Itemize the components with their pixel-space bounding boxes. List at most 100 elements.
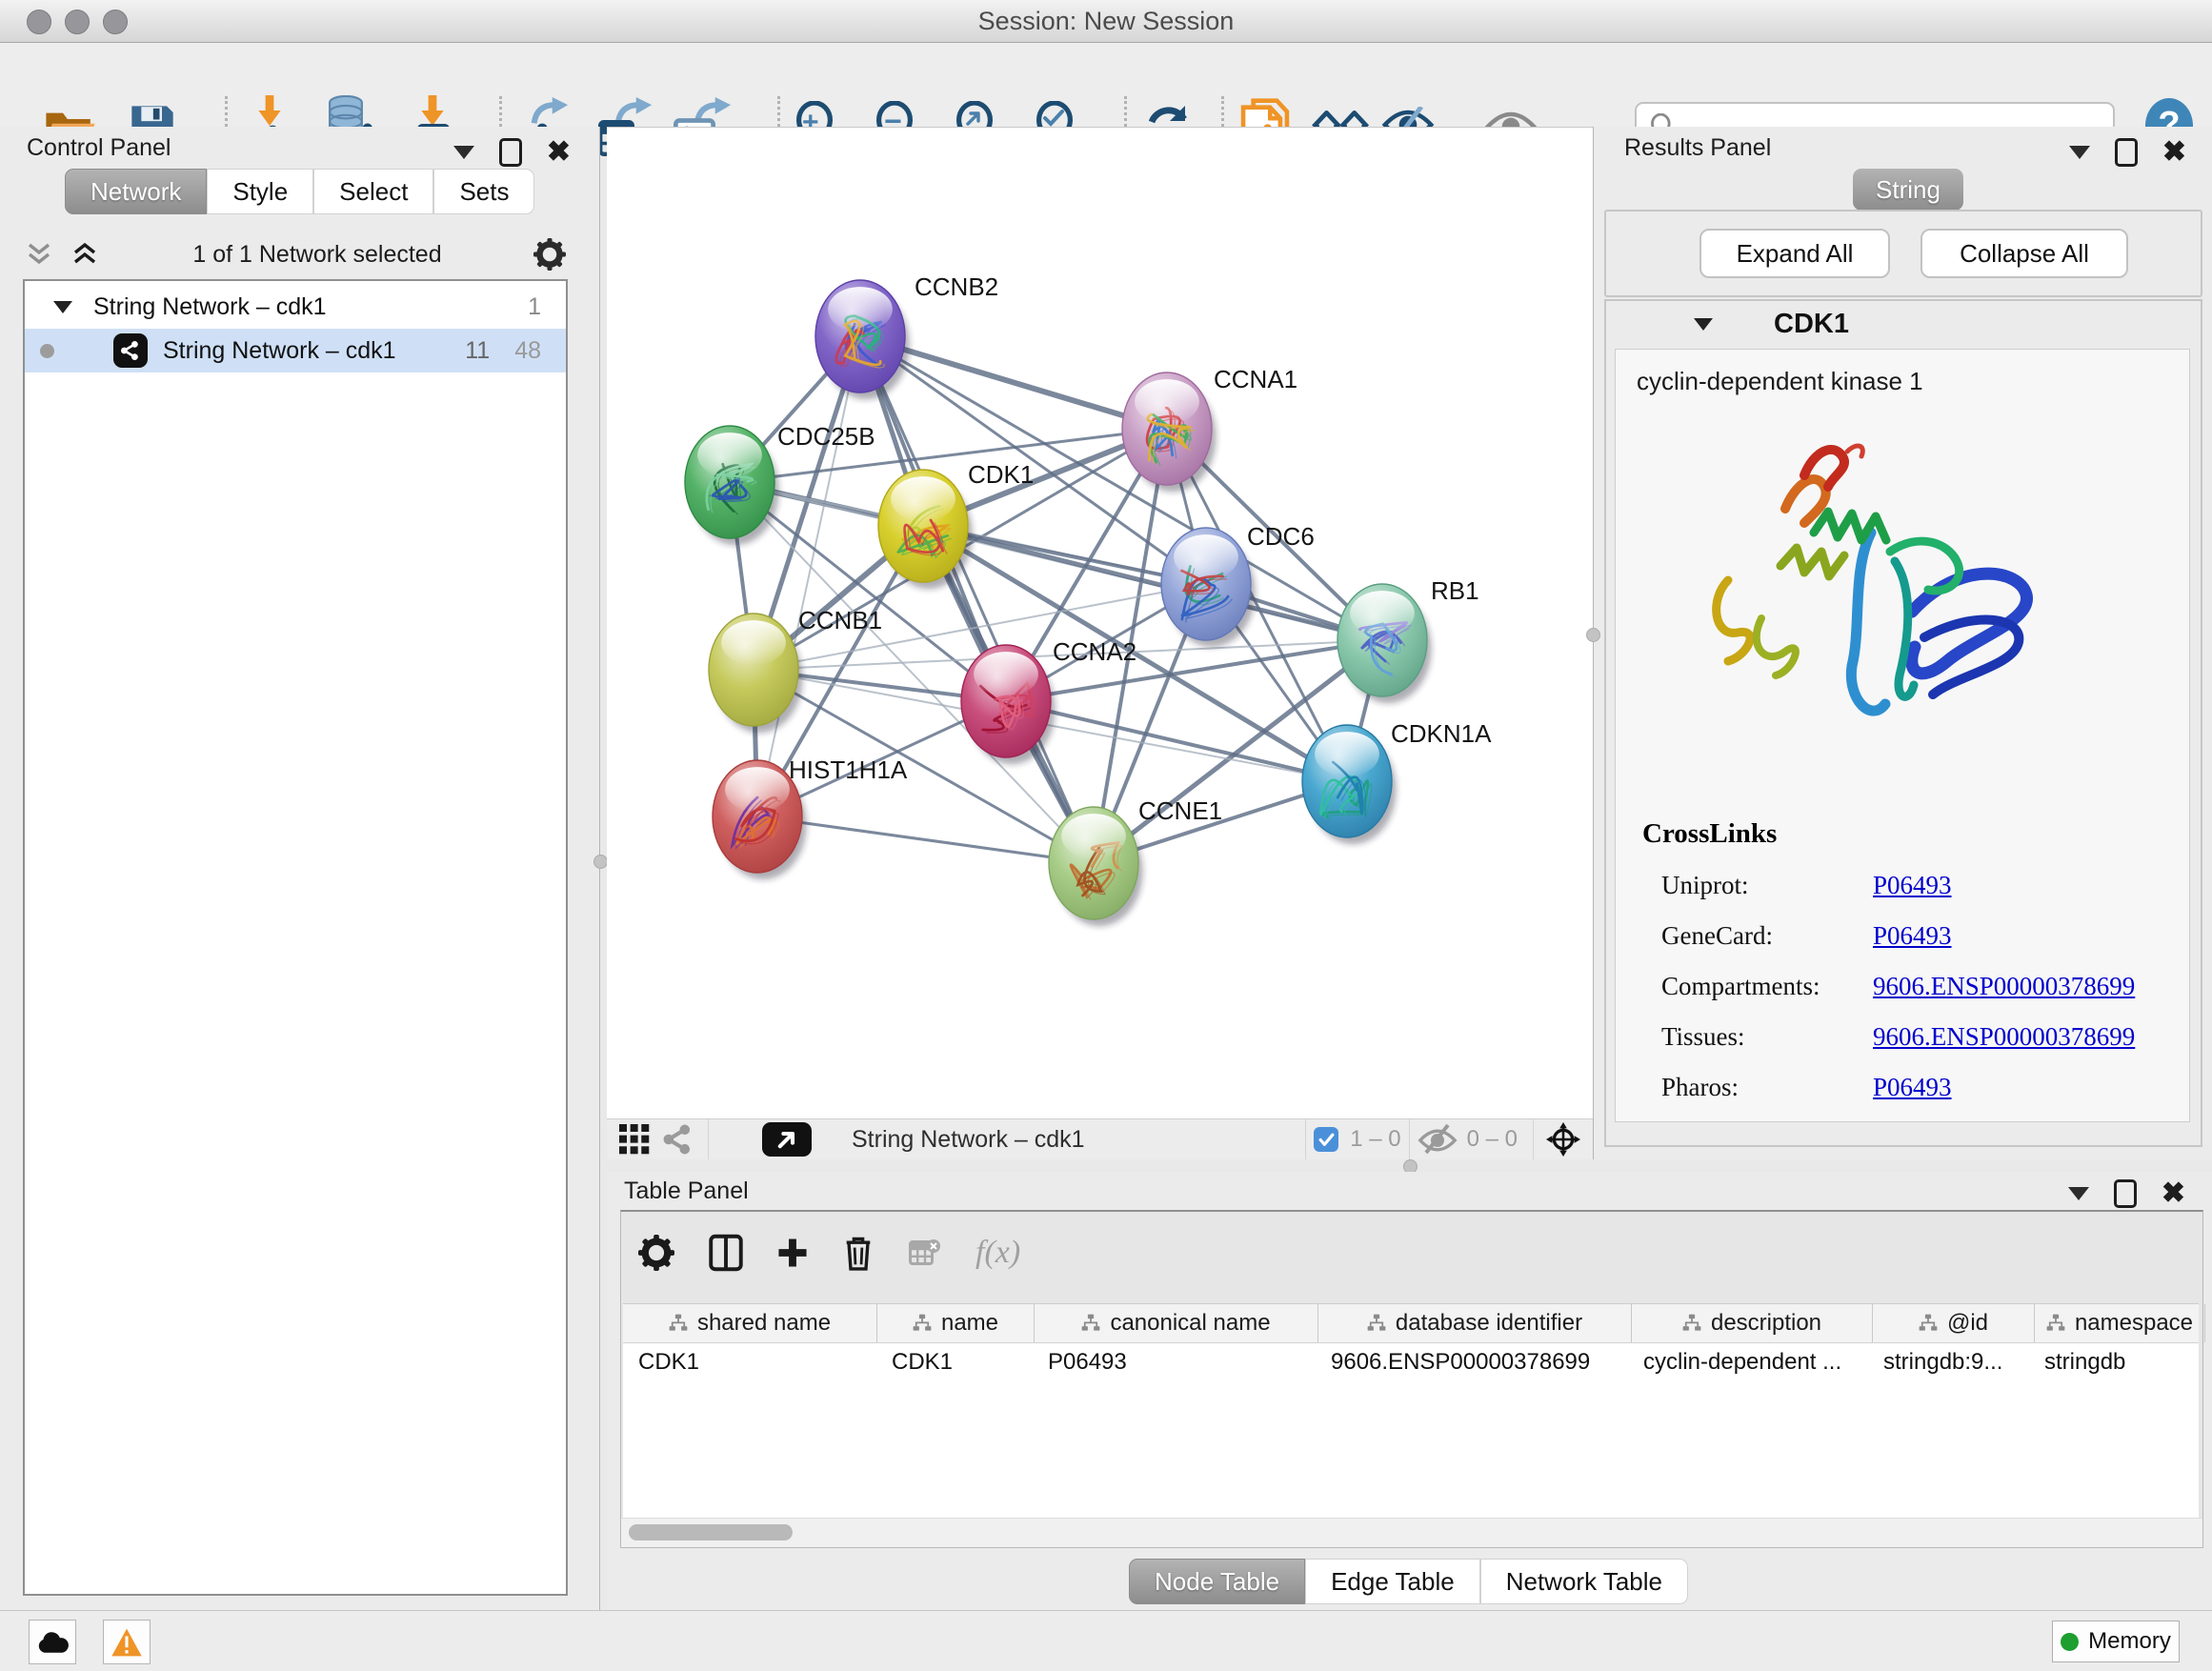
expand-all-button[interactable]: Expand All [1699,229,1890,278]
grid-view-button[interactable] [613,1122,656,1157]
network-row[interactable]: String Network – cdk1 11 48 [25,329,566,372]
crosslink-label: Tissues: [1661,1022,1873,1052]
node-label: CCNA2 [1053,637,1136,666]
detach-view-button[interactable] [762,1122,812,1157]
table-header-row: shared namenamecanonical namedatabase id… [623,1304,2199,1343]
node-table[interactable]: shared namenamecanonical namedatabase id… [623,1303,2199,1518]
column-header-database-identifier[interactable]: database identifier [1318,1304,1632,1342]
cloud-status-button[interactable] [29,1620,76,1664]
birds-eye-view-button[interactable] [1541,1122,1585,1157]
node-label: CDKN1A [1391,719,1492,748]
protein-result-box: CDK1 cyclin-dependent kinase 1 [1604,299,2202,1147]
expand-all-networks-icon[interactable] [23,241,55,268]
network-options-gear-icon[interactable] [533,238,566,271]
network-node-cdc6[interactable]: CDC6 [1161,522,1315,647]
collapse-panel-icon[interactable] [453,146,474,159]
protein-entry-header[interactable]: CDK1 [1606,301,2201,347]
slash-icon [1418,1124,1458,1155]
crosslink-link[interactable]: P06493 [1873,871,1952,900]
network-node-ccnb2[interactable]: CCNB2 [815,272,998,399]
tab-network-table[interactable]: Network Table [1480,1559,1688,1604]
show-columns-icon[interactable] [709,1234,743,1272]
column-header-canonical-name[interactable]: canonical name [1035,1304,1318,1342]
tab-network[interactable]: Network [65,169,207,214]
table-cell[interactable]: P06493 [1033,1343,1316,1381]
network-edge[interactable] [1006,701,1347,781]
entry-expander-icon[interactable] [1694,318,1713,331]
float-panel-icon[interactable] [2114,1179,2137,1208]
column-type-icon [1081,1314,1100,1333]
column-type-icon [2046,1314,2065,1333]
network-edge[interactable] [860,336,1094,863]
collapse-panel-icon[interactable] [2069,146,2090,159]
network-type-badge [113,333,148,368]
horizontal-splitter[interactable] [607,1159,2212,1172]
network-node-cdc25b[interactable]: CDC25B [685,422,875,545]
fit-arrow-icon [964,109,983,128]
collapse-panel-icon[interactable] [2068,1187,2089,1200]
table-toolbar: f(x) [638,1223,1020,1282]
close-panel-icon[interactable]: ✖ [547,141,571,164]
table-cell[interactable]: cyclin-dependent ... [1628,1343,1868,1381]
crosslink-link[interactable]: 9606.ENSP00000378699 [1873,972,2135,1001]
tab-sets[interactable]: Sets [433,169,534,214]
crosslinks-title: CrossLinks [1642,818,2189,850]
warnings-button[interactable] [103,1620,151,1664]
node-gloss [1061,814,1126,858]
float-panel-icon[interactable] [2115,138,2138,167]
vertical-splitter-handle[interactable] [593,855,608,869]
table-options-gear-icon[interactable] [638,1235,674,1271]
column-header-namespace[interactable]: namespace [2035,1304,2205,1342]
float-panel-icon[interactable] [499,138,522,167]
table-cell[interactable]: stringdb [2029,1343,2199,1381]
table-horizontal-scrollbar[interactable] [621,1518,2202,1547]
network-node-ccne1[interactable]: CCNE1 [1049,796,1222,926]
node-label: HIST1H1A [789,755,908,784]
tab-select[interactable]: Select [313,169,433,214]
network-node-hist1h1a[interactable]: HIST1H1A [713,755,908,879]
tab-string[interactable]: String [1853,169,1963,211]
close-panel-icon[interactable]: ✖ [2162,141,2186,164]
network-collection-row[interactable]: String Network – cdk1 1 [25,285,566,329]
tab-style[interactable]: Style [207,169,313,214]
scrollbar-thumb[interactable] [629,1524,793,1540]
network-view-canvas[interactable]: CCNB2CCNA1CDC25BCDK1CDC6RB1CCNB1CCNA2CDK… [607,127,1593,1119]
table-cell[interactable]: CDK1 [623,1343,876,1381]
delete-table-icon [909,1237,941,1269]
table-row[interactable]: CDK1CDK1P064939606.ENSP00000378699cyclin… [623,1343,2199,1381]
crosslink-link[interactable]: P06493 [1873,1073,1952,1102]
node-gloss [828,287,893,332]
tab-node-table[interactable]: Node Table [1129,1559,1305,1604]
delete-column-icon[interactable] [842,1234,875,1272]
crosslink-row: Tissues:9606.ENSP00000378699 [1616,1022,2189,1052]
collapse-all-button[interactable]: Collapse All [1920,229,2128,278]
network-node-cdkn1a[interactable]: CDKN1A [1302,719,1492,844]
memory-button[interactable]: Memory [2052,1621,2180,1662]
results-actions-box: Expand All Collapse All [1604,210,2202,297]
network-node-ccnb1[interactable]: CCNB1 [709,606,882,733]
close-panel-icon[interactable]: ✖ [2162,1182,2185,1205]
tab-edge-table[interactable]: Edge Table [1305,1559,1480,1604]
add-column-icon[interactable] [777,1238,808,1268]
column-header-name[interactable]: name [877,1304,1035,1342]
node-label: CDC6 [1247,522,1315,551]
network-node-rb1[interactable]: RB1 [1337,576,1479,703]
node-gloss [891,476,955,521]
crosslink-link[interactable]: P06493 [1873,921,1952,951]
collapse-all-networks-icon[interactable] [69,241,101,268]
column-header-shared-name[interactable]: shared name [623,1304,877,1342]
vertical-splitter-handle[interactable] [1586,628,1600,642]
network-edge[interactable] [757,336,860,816]
crosslink-link[interactable]: 9606.ENSP00000378699 [1873,1022,2135,1052]
column-header-@id[interactable]: @id [1873,1304,2035,1342]
table-cell[interactable]: 9606.ENSP00000378699 [1316,1343,1628,1381]
column-header-description[interactable]: description [1632,1304,1873,1342]
network-overview-button[interactable] [656,1122,700,1157]
collection-expander-icon[interactable] [53,301,72,313]
table-cell[interactable]: stringdb:9... [1868,1343,2029,1381]
string-network-graph[interactable]: CCNB2CCNA1CDC25BCDK1CDC6RB1CCNB1CCNA2CDK… [607,128,1593,1119]
selected-nodes-checkbox[interactable] [1314,1127,1338,1152]
table-cell[interactable]: CDK1 [876,1343,1033,1381]
network-node-cdk1[interactable]: CDK1 [878,460,1034,589]
network-edge[interactable] [757,816,1094,863]
